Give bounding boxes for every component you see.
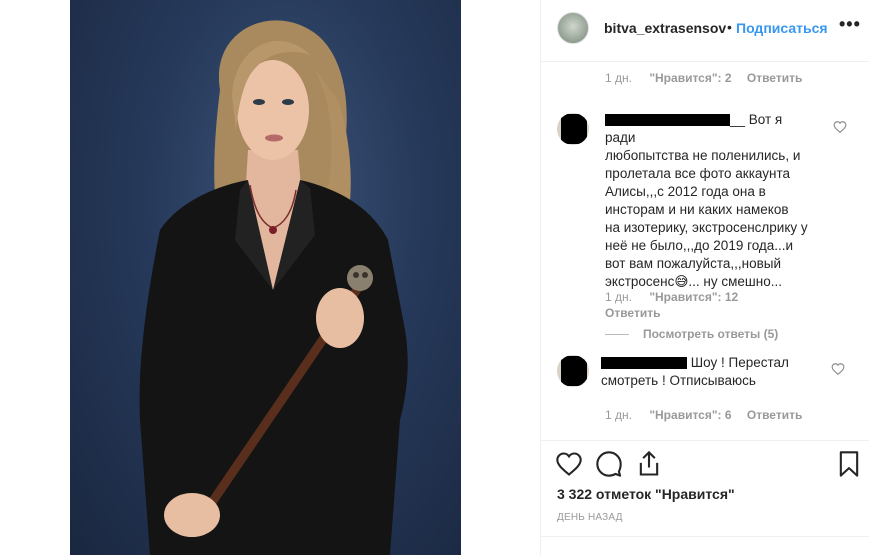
avatar-redaction xyxy=(561,114,587,144)
avatar-redaction xyxy=(561,356,587,386)
post-media-area xyxy=(0,0,540,555)
share-icon[interactable] xyxy=(635,450,663,478)
reply-button[interactable]: Ответить xyxy=(747,71,802,85)
comment-age: 1 дн. xyxy=(605,408,632,422)
comment-body: __ Вот я ради любопытства не поленились,… xyxy=(605,111,815,291)
more-options-icon[interactable]: ••• xyxy=(839,14,861,35)
replies-line xyxy=(605,334,629,336)
post-side-panel: bitva_extrasensov_t • Подписаться ••• 1 … xyxy=(540,0,869,555)
view-replies-label[interactable]: Посмотреть ответы (5) xyxy=(643,327,778,341)
comment-body: Шоу ! Перестал смотреть ! Отписываюсь xyxy=(601,354,821,390)
actions-divider xyxy=(541,440,869,441)
post-photo[interactable] xyxy=(70,0,461,555)
reply-button[interactable]: Ответить xyxy=(605,306,660,320)
username-redaction xyxy=(605,114,730,127)
author-avatar[interactable] xyxy=(557,12,589,44)
comment-likes[interactable]: "Нравится": 2 xyxy=(649,71,731,85)
comment-meta: 1 дн. "Нравится": 6 Ответить xyxy=(605,408,802,422)
comment-bubble-icon[interactable] xyxy=(595,450,623,478)
comment-line: Алисы,,,с 2012 года она в xyxy=(605,184,766,199)
separator-dot: • xyxy=(727,19,732,35)
portrait-illustration xyxy=(139,20,408,555)
heart-icon[interactable] xyxy=(555,450,583,478)
commenter-avatar[interactable] xyxy=(557,113,589,145)
comment-line: Шоу ! Перестал xyxy=(690,355,789,370)
comment-line: неё не было,,,до 2019 года...и xyxy=(605,238,794,253)
comment-line: вот вам пожалуйста,,,новый xyxy=(605,256,782,271)
comment-box-divider xyxy=(541,536,869,537)
comments-list: 1 дн. "Нравится": 2 Ответить __ Вот я ра… xyxy=(541,63,869,440)
comment-line: экстросенс😅... ну смешно... xyxy=(605,274,782,289)
comment-line: любопытства не поленились, и xyxy=(605,148,801,163)
likes-count[interactable]: 3 322 отметок "Нравится" xyxy=(557,486,735,502)
follow-button[interactable]: Подписаться xyxy=(736,20,828,36)
commenter-avatar[interactable] xyxy=(557,355,589,387)
author-username[interactable]: bitva_extrasensov_t xyxy=(604,20,726,36)
username-redaction xyxy=(601,357,687,370)
comment-line: пролетала все фото аккаунта xyxy=(605,166,790,181)
comment-likes[interactable]: "Нравится": 6 xyxy=(649,408,731,422)
reply-button[interactable]: Ответить xyxy=(747,408,802,422)
comment-line: смотреть ! Отписываюсь xyxy=(601,373,756,388)
comment-age: 1 дн. xyxy=(605,71,632,85)
comment-meta: 1 дн. "Нравится": 2 Ответить xyxy=(605,71,802,85)
view-replies[interactable]: Посмотреть ответы (5) xyxy=(605,327,778,341)
comment-likes[interactable]: "Нравится": 12 xyxy=(649,290,738,304)
post-actions-bar xyxy=(541,448,869,484)
post-timestamp[interactable]: ДЕНЬ НАЗАД xyxy=(557,512,623,523)
comment-line: на изотерику, экстросенслрику у xyxy=(605,220,808,235)
comment-line: инсторам и ни каких намеков xyxy=(605,202,789,217)
comment-like-heart-icon[interactable] xyxy=(831,362,845,376)
comment-like-heart-icon[interactable] xyxy=(833,120,847,134)
comment-age: 1 дн. xyxy=(605,290,632,304)
bookmark-icon[interactable] xyxy=(835,450,863,478)
comment-meta: 1 дн. "Нравится": 12 xyxy=(605,290,738,304)
post-header: bitva_extrasensov_t • Подписаться ••• xyxy=(541,0,869,62)
